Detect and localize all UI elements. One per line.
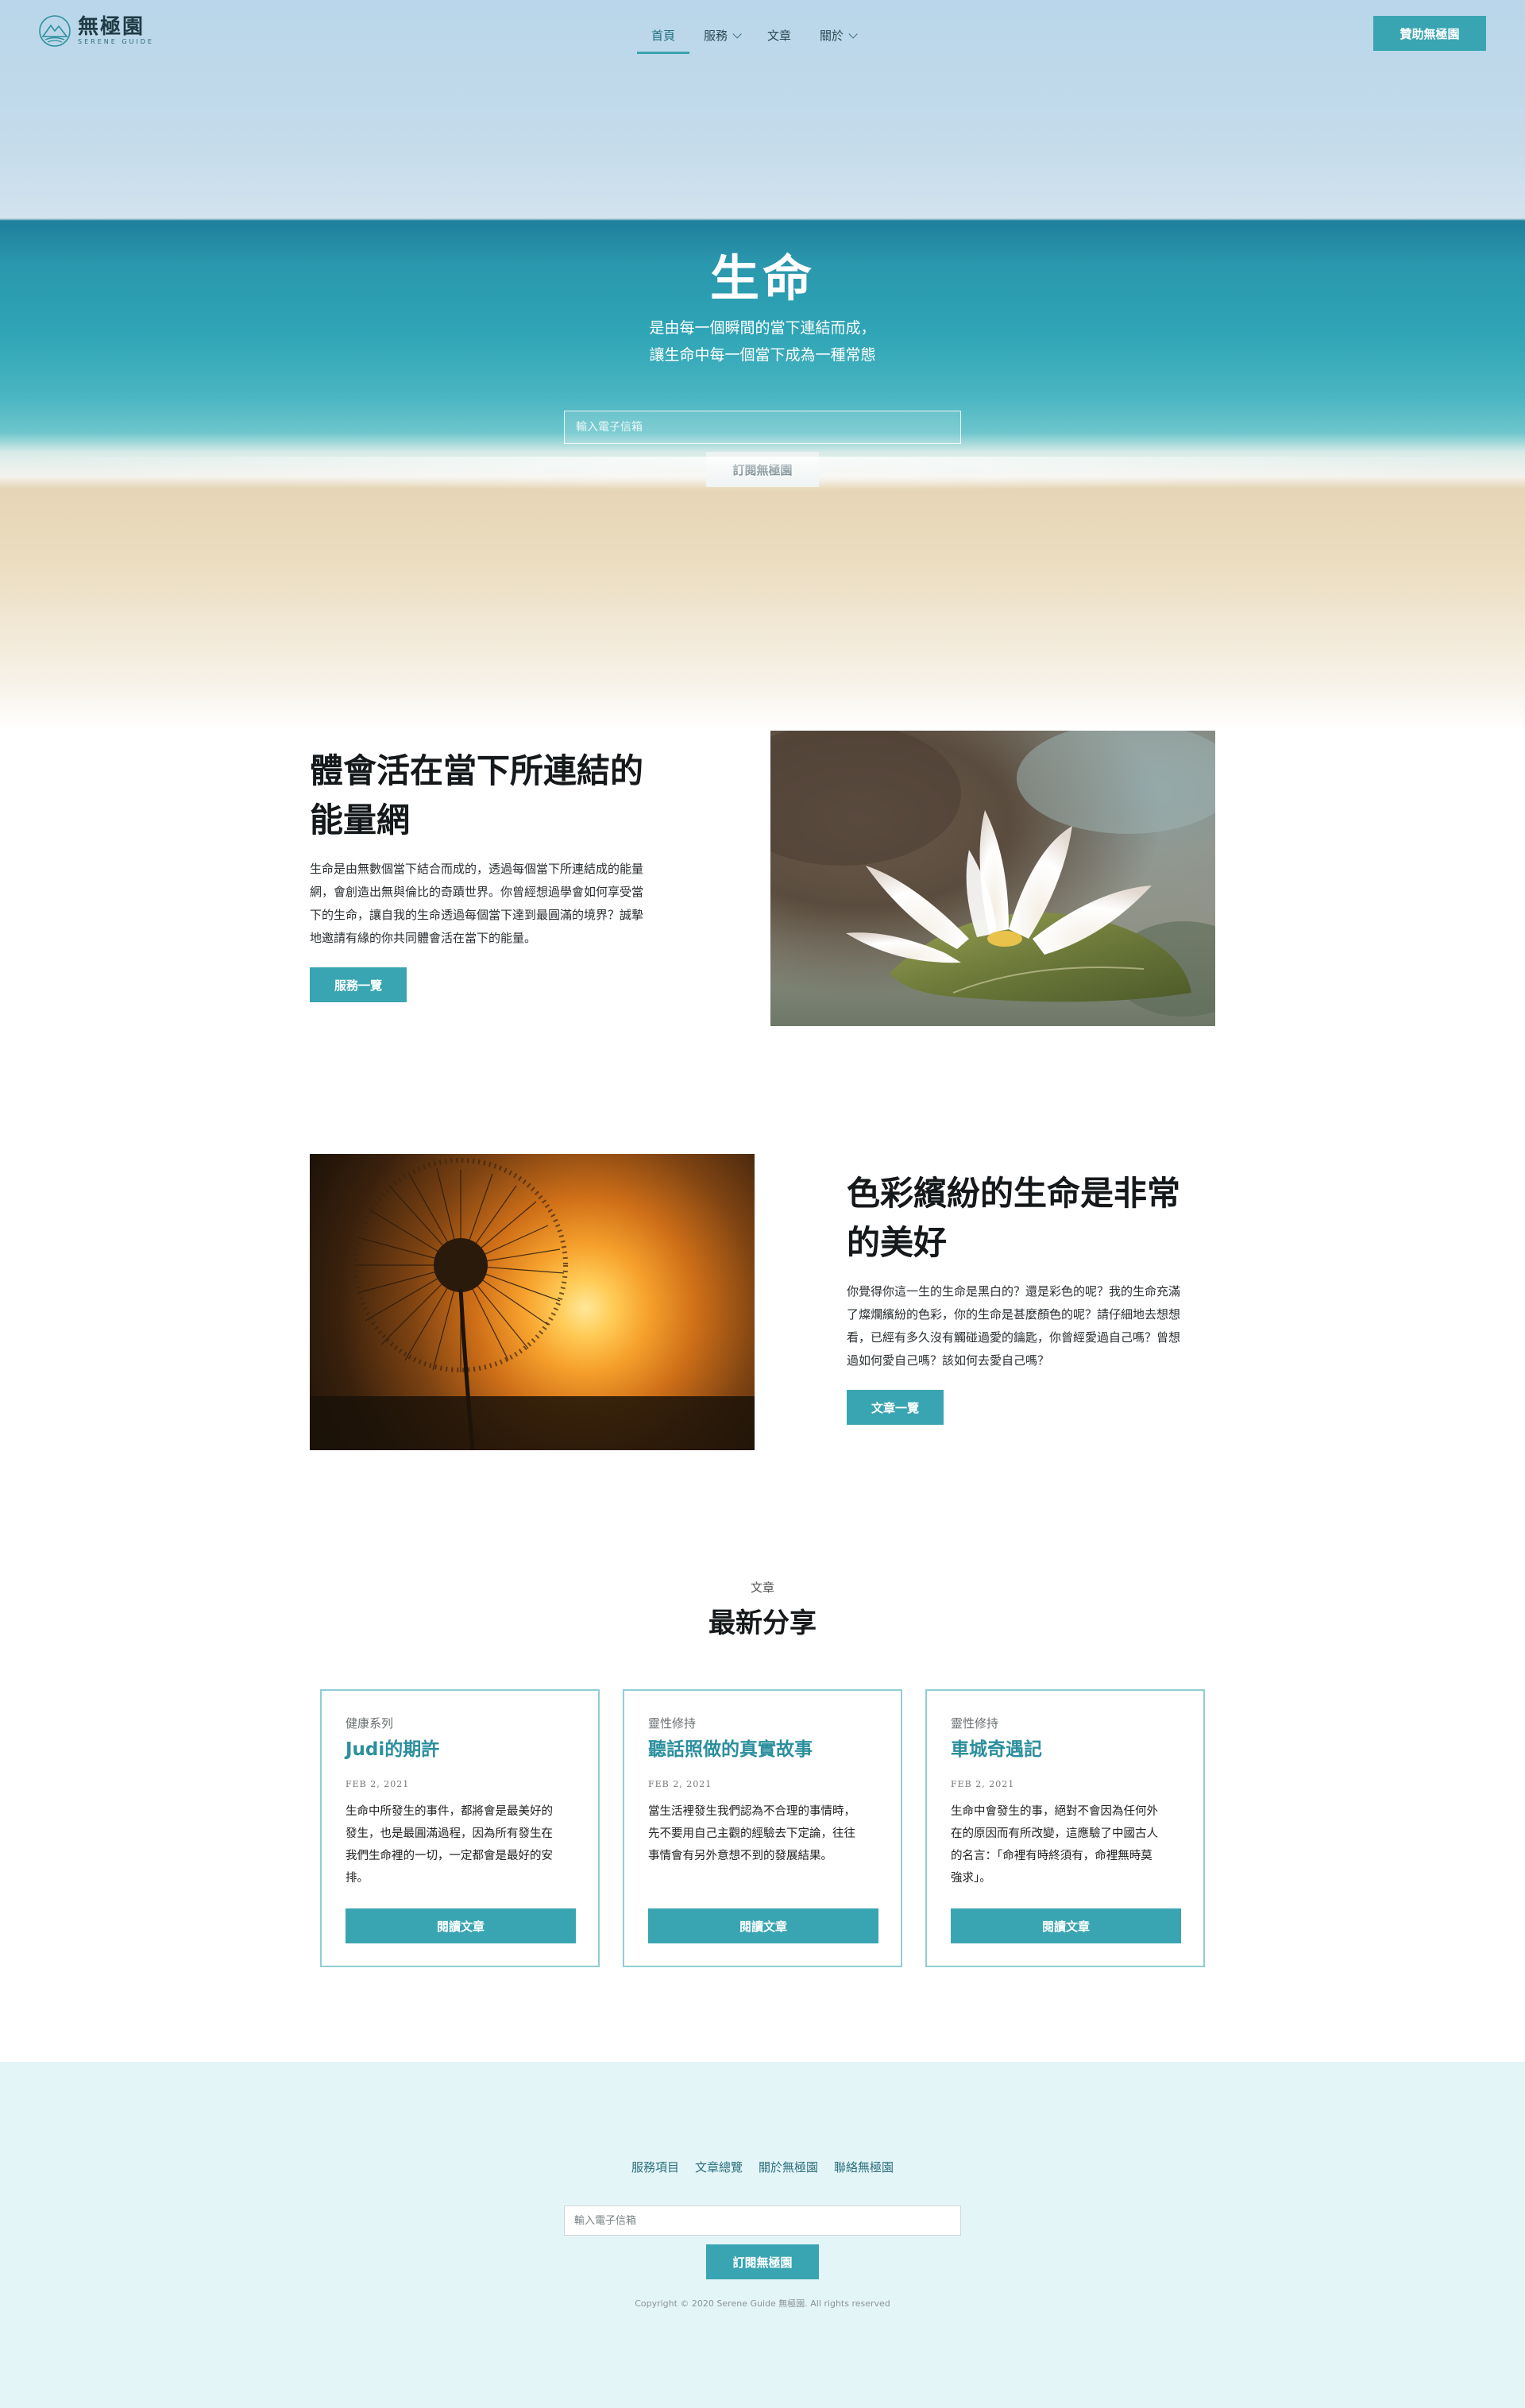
feature-1-body-line: 網，會創造出無與倫比的奇蹟世界。你曾經想過學會如何享受當: [310, 885, 644, 899]
read-article-button[interactable]: 閱讀文章: [346, 1908, 576, 1943]
feature-1-title: 體會活在當下所連結的 能量網: [310, 747, 723, 845]
article-category: 靈性修持: [648, 1716, 697, 1731]
nav-item-home[interactable]: 首頁: [637, 22, 690, 54]
footer-link-contact[interactable]: 聯絡無極園: [834, 2159, 894, 2175]
chevron-down-icon: [848, 29, 858, 39]
nav-item-articles-label: 文章: [767, 29, 792, 43]
nav-item-articles[interactable]: 文章: [753, 22, 805, 52]
article-title[interactable]: Judi的期許: [346, 1734, 439, 1761]
footer-link-services[interactable]: 服務項目: [631, 2159, 679, 2175]
read-article-button[interactable]: 閱讀文章: [951, 1908, 1181, 1943]
article-card[interactable]: 健康系列 Judi的期許 FEB 2, 2021 生命中所發生的事件，都將會是最…: [320, 1689, 600, 1967]
dandelion-illustration: [310, 1158, 755, 1450]
main-menu: 首頁 服務 文章 關於: [637, 22, 869, 54]
feature-2-body-line: 過如何愛自己嗎？該如何去愛自己嗎？: [847, 1353, 1050, 1368]
article-date: FEB 2, 2021: [346, 1779, 410, 1789]
excerpt-line: 發生，也是最圓滿過程，因為所有發生在: [346, 1827, 553, 1840]
copyright-text: Copyright © 2020 Serene Guide 無極園. All r…: [635, 2298, 890, 2309]
hero-email-input[interactable]: [564, 411, 961, 444]
hero-section: 無極園 SERENE GUIDE 首頁 服務 文章 關於 贊助無極園 生命 是由…: [0, 0, 1525, 731]
nav-item-home-label: 首頁: [651, 29, 676, 43]
hero-subtitle-line-2: 讓生命中每一個當下成為一種常態: [649, 346, 876, 364]
articles-overview-button[interactable]: 文章一覽: [847, 1390, 944, 1425]
brand-logo[interactable]: 無極園 SERENE GUIDE: [38, 14, 154, 48]
feature-2-body-line: 了燦爛繽紛的色彩，你的生命是甚麼顏色的呢？請仔細地去想想: [847, 1307, 1181, 1322]
article-category: 健康系列: [346, 1716, 394, 1731]
feature-1-body-line: 下的生命，讓自我的生命透過每個當下達到最圓滿的境界？誠摯: [310, 908, 644, 922]
hero-subscribe-button[interactable]: 訂閱無極園: [706, 452, 819, 487]
lotus-image: [770, 731, 1215, 1026]
excerpt-line: 的名言：「命裡有時終須有，命裡無時莫: [951, 1850, 1152, 1862]
feature-2-title: 色彩繽紛的生命是非常 的美好: [847, 1169, 1260, 1268]
feature-2-body-line: 看，已經有多久沒有觸碰過愛的鑰匙，你曾經愛過自己嗎？曾想: [847, 1330, 1181, 1345]
article-title[interactable]: 聽話照做的真實故事: [648, 1734, 813, 1761]
top-nav: 無極園 SERENE GUIDE 首頁 服務 文章 關於 贊助無極園: [0, 0, 1525, 68]
article-date: FEB 2, 2021: [951, 1779, 1015, 1789]
read-article-button[interactable]: 閱讀文章: [648, 1908, 878, 1943]
dandelion-sunset-image: [310, 1154, 755, 1450]
donate-button[interactable]: 贊助無極園: [1373, 16, 1486, 51]
article-date: FEB 2, 2021: [648, 1779, 712, 1789]
excerpt-line: 事情會有另外意想不到的發展結果。: [648, 1850, 832, 1862]
mountain-sun-logo-icon: [39, 15, 71, 47]
footer-subscribe-button[interactable]: 訂閱無極園: [706, 2244, 819, 2279]
nav-item-services-label: 服務: [704, 29, 728, 43]
brand-name: 無極園: [78, 15, 145, 39]
hero-subtitle-line-1: 是由每一個瞬間的當下連結而成，: [649, 319, 876, 337]
excerpt-line: 排。: [346, 1872, 369, 1885]
lotus-illustration: [770, 731, 1215, 1017]
services-overview-button[interactable]: 服務一覽: [310, 967, 407, 1002]
feature-2-body: 你覺得你這一生的生命是黑白的？還是彩色的呢？我的生命充滿 了燦爛繽紛的色彩，你的…: [847, 1280, 1220, 1372]
feature-2-title-line-2: 的美好: [847, 1223, 948, 1262]
feature-1-body-line: 生命是由無數個當下結合而成的，透過每個當下所連結成的能量: [310, 862, 644, 876]
excerpt-line: 當生活裡發生我們認為不合理的事情時，: [648, 1805, 855, 1818]
article-card[interactable]: 靈性修持 車城奇遇記 FEB 2, 2021 生命中會發生的事，絕對不會因為任何…: [925, 1689, 1205, 1967]
excerpt-line: 生命中會發生的事，絕對不會因為任何外: [951, 1805, 1158, 1818]
nav-item-about-label: 關於: [820, 29, 844, 43]
feature-2-body-line: 你覺得你這一生的生命是黑白的？還是彩色的呢？我的生命充滿: [847, 1284, 1181, 1299]
excerpt-line: 在的原因而有所改變，這應驗了中國古人: [951, 1827, 1158, 1840]
footer-email-input[interactable]: [564, 2205, 961, 2236]
section-title: 最新分享: [708, 1607, 817, 1639]
feature-1-title-line-2: 能量網: [310, 801, 411, 839]
chevron-down-icon: [732, 29, 742, 39]
excerpt-line: 我們生命裡的一切，一定都會是最好的安: [346, 1850, 553, 1862]
section-label: 文章: [750, 1580, 774, 1595]
feature-1-body-line: 地邀請有緣的你共同體會活在當下的能量。: [310, 931, 537, 945]
article-title[interactable]: 車城奇遇記: [951, 1734, 1042, 1761]
article-category: 靈性修持: [951, 1716, 999, 1731]
footer-link-articles[interactable]: 文章總覽: [695, 2159, 743, 2175]
excerpt-line: 先不要用自己主觀的經驗去下定論，往往: [648, 1827, 855, 1840]
article-excerpt: 生命中會發生的事，絕對不會因為任何外 在的原因而有所改變，這應驗了中國古人 的名…: [951, 1800, 1185, 1889]
nav-item-services[interactable]: 服務: [689, 22, 753, 52]
nav-item-about[interactable]: 關於: [805, 22, 869, 52]
footer-link-about[interactable]: 關於無極園: [759, 2159, 818, 2175]
article-excerpt: 生命中所發生的事件，都將會是最美好的 發生，也是最圓滿過程，因為所有發生在 我們…: [346, 1800, 580, 1889]
feature-2-title-line-1: 色彩繽紛的生命是非常: [847, 1174, 1181, 1213]
footer-links: 服務項目 文章總覽 關於無極園 聯絡無極園: [0, 2159, 1525, 2175]
feature-1-title-line-1: 體會活在當下所連結的: [310, 751, 644, 790]
excerpt-line: 生命中所發生的事件，都將會是最美好的: [346, 1805, 553, 1818]
article-excerpt: 當生活裡發生我們認為不合理的事情時， 先不要用自己主觀的經驗去下定論，往往 事情…: [648, 1800, 882, 1867]
brand-tagline: SERENE GUIDE: [78, 38, 154, 45]
hero-subtitle: 是由每一個瞬間的當下連結而成， 讓生命中每一個當下成為一種常態: [0, 315, 1525, 369]
footer: 服務項目 文章總覽 關於無極園 聯絡無極園 訂閱無極園 Copyright © …: [0, 2062, 1525, 2408]
excerpt-line: 強求」。: [951, 1872, 991, 1885]
hero-title: 生命: [709, 249, 815, 307]
article-card[interactable]: 靈性修持 聽話照做的真實故事 FEB 2, 2021 當生活裡發生我們認為不合理…: [623, 1689, 902, 1967]
feature-1-body: 生命是由無數個當下結合而成的，透過每個當下所連結成的能量 網，會創造出無與倫比的…: [310, 858, 683, 950]
